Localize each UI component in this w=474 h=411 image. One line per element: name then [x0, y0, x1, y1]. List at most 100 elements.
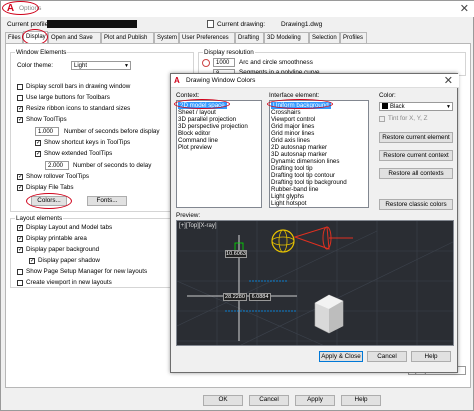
list-item[interactable]: Rubber-band line — [271, 186, 318, 193]
chevron-down-icon: ▼ — [446, 104, 451, 110]
list-item[interactable]: Grid major lines — [271, 123, 314, 130]
current-drawing-value: Drawing1.dwg — [281, 21, 323, 28]
drawing-icon — [207, 20, 214, 28]
list-item[interactable]: Crosshairs — [271, 109, 301, 116]
restore-all-contexts-button[interactable]: Restore all contexts — [379, 168, 453, 179]
list-item[interactable]: Command line — [178, 137, 218, 144]
page-setup-checkbox[interactable] — [17, 269, 23, 275]
apply-close-button[interactable]: Apply & Close — [319, 351, 363, 362]
paper-background-checkbox[interactable] — [17, 246, 23, 253]
extended-delay-input[interactable]: 2.000 — [45, 161, 69, 170]
printable-area-checkbox[interactable] — [17, 235, 23, 242]
list-item[interactable]: 3D parallel projection — [178, 116, 236, 123]
layout-elements-title: Layout elements — [15, 215, 64, 222]
dwc-title: Drawing Window Colors — [186, 77, 256, 84]
tab-open-and-save[interactable]: Open and Save — [48, 32, 101, 43]
create-viewport-checkbox[interactable] — [17, 280, 23, 286]
light-glyph-ring — [278, 229, 288, 253]
rollover-tooltips-checkbox[interactable] — [17, 173, 23, 180]
page-setup-label: Show Page Setup Manager for new layouts — [26, 268, 148, 275]
highlight-ring — [267, 99, 333, 109]
interface-element-label: Interface element: — [269, 92, 320, 99]
close-icon[interactable]: ✕ — [460, 2, 469, 15]
apply-button[interactable]: Apply — [295, 395, 335, 406]
tab-user-preferences[interactable]: User Preferences — [179, 32, 235, 43]
list-item[interactable]: Light glyphs — [271, 193, 304, 200]
tab-profiles[interactable]: Profiles — [340, 32, 367, 43]
arc-smoothness-label: Arc and circle smoothness — [239, 59, 313, 66]
tab-files[interactable]: Files — [5, 32, 23, 43]
arc-icon — [202, 59, 210, 67]
shortcut-keys-checkbox[interactable] — [35, 139, 41, 146]
color-select[interactable]: Black ▼ — [379, 102, 453, 111]
restore-current-element-button[interactable]: Restore current element — [379, 132, 453, 143]
drawing-window-colors-dialog: A Drawing Window Colors ✕ Context: 2D mo… — [170, 73, 459, 373]
list-item[interactable]: Grid axis lines — [271, 137, 310, 144]
arc-smoothness-input[interactable]: 1000 — [213, 58, 235, 67]
chevron-down-icon: ▼ — [124, 63, 129, 69]
ok-button[interactable]: OK — [203, 395, 243, 406]
tab-system[interactable]: System — [154, 32, 179, 43]
drafting-tooltip-dim-2: 28.2280 — [223, 293, 247, 301]
dwc-cancel-button[interactable]: Cancel — [367, 351, 407, 362]
list-item[interactable]: Drafting tool tip background — [271, 179, 347, 186]
fonts-button[interactable]: Fonts... — [87, 196, 127, 206]
tab-selection[interactable]: Selection — [309, 32, 340, 43]
large-buttons-checkbox[interactable] — [17, 95, 23, 101]
large-buttons-label: Use large buttons for Toolbars — [26, 94, 110, 101]
list-item[interactable]: Grid minor lines — [271, 130, 314, 137]
list-item[interactable]: Block editor — [178, 130, 210, 137]
interface-element-list[interactable]: Uniform background Crosshairs Viewport c… — [269, 100, 369, 208]
scroll-bars-checkbox[interactable] — [17, 84, 23, 90]
list-item[interactable]: 2D autosnap marker — [271, 144, 327, 151]
options-titlebar: A Options ✕ — [1, 1, 474, 17]
cancel-button[interactable]: Cancel — [249, 395, 289, 406]
extended-delay-label: Number of seconds to delay — [73, 162, 152, 169]
context-list[interactable]: 2D model space Sheet / layout 3D paralle… — [176, 100, 262, 208]
resize-ribbon-label: Resize ribbon icons to standard sizes — [26, 105, 131, 112]
file-tabs-label: Display File Tabs — [26, 184, 74, 191]
list-item[interactable]: Drafting tool tip — [271, 165, 313, 172]
autocad-logo-icon: A — [174, 76, 180, 85]
restore-classic-colors-button[interactable]: Restore classic colors — [379, 199, 453, 210]
viewport-control[interactable]: [+][Top][X-ray] — [179, 223, 217, 229]
list-item[interactable]: Viewport control — [271, 116, 315, 123]
restore-current-context-button[interactable]: Restore current context — [379, 150, 453, 161]
paper-shadow-checkbox[interactable] — [29, 257, 35, 264]
light-glyph — [271, 229, 295, 253]
list-item[interactable]: 3D autosnap marker — [271, 151, 327, 158]
extended-tooltips-label: Show extended ToolTips — [44, 150, 113, 157]
tint-checkbox[interactable] — [379, 116, 385, 122]
preview-canvas: [+][Top][X-ray] 10.6063 28.2280 6.0884 — [176, 220, 454, 346]
tab-3d-modeling[interactable]: 3D Modeling — [264, 32, 309, 43]
color-label: Color: — [379, 92, 396, 99]
tab-plot-and-publish[interactable]: Plot and Publish — [101, 32, 154, 43]
file-tabs-checkbox[interactable] — [17, 184, 23, 191]
current-profile-redacted — [47, 20, 137, 28]
dwc-titlebar: A Drawing Window Colors ✕ — [171, 74, 459, 88]
tooltip-delay-input[interactable]: 1.000 — [35, 127, 59, 136]
help-button[interactable]: Help — [341, 395, 381, 406]
tab-drafting[interactable]: Drafting — [235, 32, 264, 43]
shortcut-keys-label: Show shortcut keys in ToolTips — [44, 139, 131, 146]
list-item[interactable]: Plot preview — [178, 144, 212, 151]
color-theme-select[interactable]: Light ▼ — [71, 61, 131, 70]
list-item[interactable]: Dynamic dimension lines — [271, 158, 339, 165]
tint-label: Tint for X, Y, Z — [388, 115, 428, 122]
resize-ribbon-checkbox[interactable] — [17, 105, 23, 112]
highlight-ring — [26, 193, 72, 209]
list-item[interactable]: Light hotspot — [271, 200, 306, 207]
extended-tooltips-checkbox[interactable] — [35, 150, 41, 157]
list-item[interactable]: Sheet / layout — [178, 109, 216, 116]
dwc-help-button[interactable]: Help — [411, 351, 451, 362]
current-drawing-label: Current drawing: — [217, 21, 266, 28]
drafting-tooltip-dim-1: 10.6063 — [225, 250, 247, 258]
list-item[interactable]: 3D perspective projection — [178, 123, 248, 130]
show-tooltips-checkbox[interactable] — [17, 116, 23, 123]
display-resolution-title: Display resolution — [203, 49, 255, 56]
color-theme-label: Color theme: — [17, 62, 54, 69]
layout-tabs-checkbox[interactable] — [17, 224, 23, 231]
list-item[interactable]: Drafting tool tip contour — [271, 172, 335, 179]
drafting-tooltip-dim-3: 6.0884 — [249, 293, 271, 301]
close-icon[interactable]: ✕ — [444, 74, 453, 87]
